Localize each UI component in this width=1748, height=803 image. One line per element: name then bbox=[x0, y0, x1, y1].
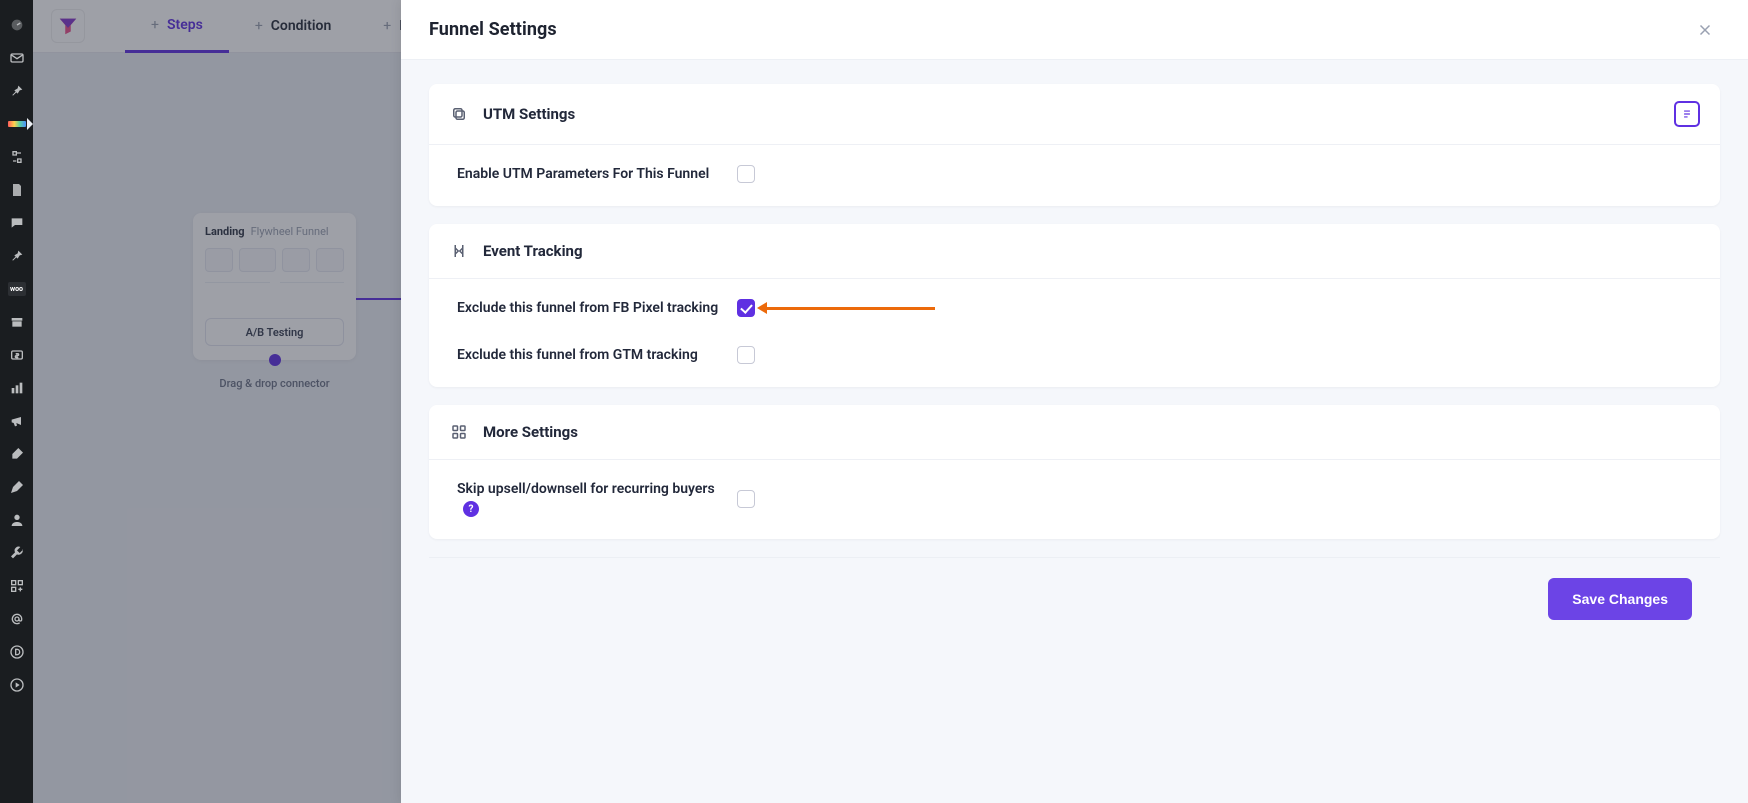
user-icon[interactable] bbox=[8, 511, 26, 529]
payment-icon[interactable] bbox=[8, 346, 26, 364]
list-icon bbox=[1680, 107, 1694, 121]
enable-utm-label: Enable UTM Parameters For This Funnel bbox=[457, 165, 737, 184]
pages-icon[interactable] bbox=[8, 181, 26, 199]
d-icon[interactable] bbox=[8, 643, 26, 661]
at-icon[interactable] bbox=[8, 610, 26, 628]
grid-add-icon[interactable] bbox=[8, 577, 26, 595]
help-icon[interactable]: ? bbox=[463, 501, 479, 517]
dashboard-icon[interactable] bbox=[8, 16, 26, 34]
funnels-icon[interactable] bbox=[8, 115, 26, 133]
skip-upsell-checkbox[interactable] bbox=[737, 490, 755, 508]
annotation-arrow bbox=[765, 307, 935, 310]
enable-utm-checkbox[interactable] bbox=[737, 165, 755, 183]
megaphone-icon[interactable] bbox=[8, 412, 26, 430]
row-exclude-fb-pixel: Exclude this funnel from FB Pixel tracki… bbox=[429, 285, 1720, 332]
row-enable-utm: Enable UTM Parameters For This Funnel bbox=[429, 151, 1720, 198]
panel-footer: Save Changes bbox=[429, 578, 1720, 648]
section-title: UTM Settings bbox=[483, 105, 575, 123]
compare-icon bbox=[449, 241, 469, 261]
exclude-fb-checkbox[interactable] bbox=[737, 299, 755, 317]
skip-upsell-label: Skip upsell/downsell for recurring buyer… bbox=[457, 480, 737, 518]
grid-icon bbox=[449, 422, 469, 442]
section-event-tracking: Event Tracking Exclude this funnel from … bbox=[429, 224, 1720, 387]
exclude-gtm-checkbox[interactable] bbox=[737, 346, 755, 364]
exclude-fb-label: Exclude this funnel from FB Pixel tracki… bbox=[457, 299, 737, 318]
row-exclude-gtm: Exclude this funnel from GTM tracking bbox=[429, 332, 1720, 379]
woo-icon[interactable]: woo bbox=[8, 280, 26, 298]
archive-icon[interactable] bbox=[8, 313, 26, 331]
row-skip-upsell: Skip upsell/downsell for recurring buyer… bbox=[429, 466, 1720, 532]
exclude-gtm-label: Exclude this funnel from GTM tracking bbox=[457, 346, 737, 365]
funnel-settings-panel: Funnel Settings UTM Settings Enable UTM … bbox=[401, 0, 1748, 803]
play-icon[interactable] bbox=[8, 676, 26, 694]
panel-title: Funnel Settings bbox=[429, 19, 557, 40]
close-button[interactable] bbox=[1690, 15, 1720, 45]
separator bbox=[429, 557, 1720, 558]
save-button[interactable]: Save Changes bbox=[1548, 578, 1692, 620]
comments-icon[interactable] bbox=[8, 214, 26, 232]
section-title: Event Tracking bbox=[483, 242, 583, 260]
brush-icon[interactable] bbox=[8, 445, 26, 463]
tools-icon[interactable] bbox=[8, 544, 26, 562]
mail-icon[interactable] bbox=[8, 49, 26, 67]
analytics-icon[interactable] bbox=[8, 379, 26, 397]
section-utm: UTM Settings Enable UTM Parameters For T… bbox=[429, 84, 1720, 206]
close-icon bbox=[1696, 21, 1714, 39]
section-more-settings: More Settings Skip upsell/downsell for r… bbox=[429, 405, 1720, 540]
panel-header: Funnel Settings bbox=[401, 0, 1748, 60]
pin-icon[interactable] bbox=[8, 82, 26, 100]
pen-icon[interactable] bbox=[8, 478, 26, 496]
utm-details-button[interactable] bbox=[1674, 101, 1700, 127]
references-icon[interactable] bbox=[8, 148, 26, 166]
section-title: More Settings bbox=[483, 423, 578, 441]
copy-icon bbox=[449, 104, 469, 124]
admin-sidebar: woo bbox=[0, 0, 33, 803]
pin2-icon[interactable] bbox=[8, 247, 26, 265]
